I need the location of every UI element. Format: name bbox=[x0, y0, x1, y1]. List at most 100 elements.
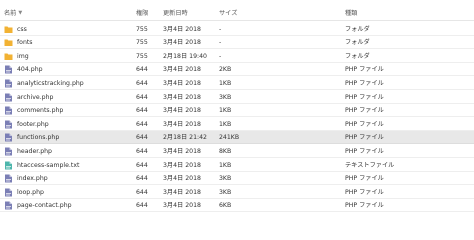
file-name: index.php bbox=[17, 175, 48, 183]
file-permissions: 755 bbox=[136, 39, 148, 47]
column-header-permissions[interactable]: 権限 bbox=[136, 9, 148, 18]
file-permissions: 644 bbox=[136, 80, 148, 87]
file-name: htaccess-sample.txt bbox=[17, 161, 80, 169]
sort-descending-icon: ▼ bbox=[18, 10, 23, 16]
file-row[interactable]: img 755 2月18日 19:40 - フォルダ bbox=[0, 50, 474, 63]
php-file-icon bbox=[4, 147, 13, 156]
file-type: PHP ファイル bbox=[345, 93, 384, 101]
file-permissions: 644 bbox=[136, 93, 148, 101]
php-file-icon bbox=[4, 188, 13, 197]
file-name: 404.php bbox=[17, 66, 43, 74]
file-size: - bbox=[219, 52, 222, 60]
file-modified: 3月4日 2018 bbox=[163, 148, 201, 155]
file-permissions: 644 bbox=[136, 202, 148, 210]
column-header-modified[interactable]: 更新日時 bbox=[163, 9, 188, 18]
file-row[interactable]: page-contact.php 644 3月4日 2018 6KB PHP ファイル bbox=[0, 199, 474, 213]
file-name: functions.php bbox=[17, 134, 60, 142]
file-permissions: 644 bbox=[136, 120, 148, 128]
file-type: PHP ファイル bbox=[345, 107, 384, 115]
file-name: img bbox=[17, 52, 29, 60]
file-list-header: 名前 ▼ 権限 更新日時 サイズ 種類 bbox=[0, 6, 474, 21]
file-modified: 2月18日 21:42 bbox=[163, 134, 207, 142]
file-size: - bbox=[219, 39, 222, 47]
file-type: PHP ファイル bbox=[345, 80, 384, 87]
file-name: analyticstracking.php bbox=[17, 80, 84, 87]
file-size: 241KB bbox=[219, 134, 240, 142]
file-permissions: 644 bbox=[136, 175, 148, 183]
file-type: PHP ファイル bbox=[345, 66, 384, 74]
php-file-icon bbox=[4, 120, 13, 129]
column-header-type[interactable]: 種類 bbox=[345, 9, 357, 18]
file-row[interactable]: footer.php 644 3月4日 2018 1KB PHP ファイル bbox=[0, 118, 474, 131]
file-row[interactable]: header.php 644 3月4日 2018 8KB PHP ファイル bbox=[0, 145, 474, 158]
file-modified: 3月4日 2018 bbox=[163, 80, 201, 87]
file-row[interactable]: functions.php 644 2月18日 21:42 241KB PHP ファイル bbox=[0, 131, 474, 145]
file-row[interactable]: loop.php 644 3月4日 2018 3KB PHP ファイル bbox=[0, 186, 474, 199]
file-modified: 3月4日 2018 bbox=[163, 25, 201, 33]
file-modified: 3月4日 2018 bbox=[163, 202, 201, 210]
file-name: header.php bbox=[17, 148, 52, 155]
file-size: 1KB bbox=[219, 80, 232, 87]
file-row[interactable]: analyticstracking.php 644 3月4日 2018 1KB PHP … bbox=[0, 77, 474, 90]
file-row[interactable]: archive.php 644 3月4日 2018 3KB PHP ファイル bbox=[0, 91, 474, 104]
file-type: PHP ファイル bbox=[345, 188, 384, 196]
php-file-icon bbox=[4, 65, 13, 74]
file-size: 3KB bbox=[219, 93, 232, 101]
file-row[interactable]: css 755 3月4日 2018 - フォルダ bbox=[0, 23, 474, 36]
file-size: 6KB bbox=[219, 202, 232, 210]
file-type: PHP ファイル bbox=[345, 148, 384, 155]
column-header-permissions-label: 権限 bbox=[136, 10, 149, 17]
folder-icon bbox=[4, 38, 13, 47]
file-permissions: 755 bbox=[136, 25, 148, 33]
file-size: 2KB bbox=[219, 66, 232, 74]
file-size: 1KB bbox=[219, 107, 232, 115]
file-type: フォルダ bbox=[345, 39, 370, 47]
php-file-icon bbox=[4, 79, 13, 88]
column-header-name[interactable]: 名前 ▼ bbox=[4, 9, 22, 18]
column-header-name-label: 名前 bbox=[4, 10, 17, 17]
folder-icon bbox=[4, 52, 13, 61]
column-header-size[interactable]: サイズ bbox=[219, 9, 237, 18]
file-size: 3KB bbox=[219, 188, 232, 196]
file-name: loop.php bbox=[17, 188, 44, 196]
file-type: PHP ファイル bbox=[345, 202, 384, 210]
file-row[interactable]: index.php 644 3月4日 2018 3KB PHP ファイル bbox=[0, 172, 474, 186]
file-name: archive.php bbox=[17, 93, 54, 101]
file-name: fonts bbox=[17, 39, 33, 47]
file-permissions: 644 bbox=[136, 148, 148, 155]
file-name: page-contact.php bbox=[17, 202, 72, 210]
php-file-icon bbox=[4, 174, 13, 183]
file-modified: 3月4日 2018 bbox=[163, 66, 201, 74]
file-name: comments.php bbox=[17, 107, 64, 115]
file-name: footer.php bbox=[17, 120, 49, 128]
column-header-size-label: サイズ bbox=[219, 10, 238, 17]
php-file-icon bbox=[4, 201, 13, 210]
file-type: テキストファイル bbox=[345, 161, 395, 169]
file-permissions: 755 bbox=[136, 52, 148, 60]
file-type: フォルダ bbox=[345, 25, 370, 33]
file-modified: 3月4日 2018 bbox=[163, 107, 201, 115]
file-size: 8KB bbox=[219, 148, 232, 155]
file-modified: 2月18日 19:40 bbox=[163, 52, 207, 60]
column-header-type-label: 種類 bbox=[345, 10, 358, 17]
file-size: 1KB bbox=[219, 120, 232, 128]
file-type: フォルダ bbox=[345, 52, 370, 60]
php-file-icon bbox=[4, 93, 13, 102]
text-file-icon bbox=[4, 161, 13, 170]
file-row[interactable]: fonts 755 3月4日 2018 - フォルダ bbox=[0, 36, 474, 50]
file-size: 3KB bbox=[219, 175, 232, 183]
php-file-icon bbox=[4, 106, 13, 115]
column-header-modified-label: 更新日時 bbox=[163, 10, 188, 17]
file-row[interactable]: comments.php 644 3月4日 2018 1KB PHP ファイル bbox=[0, 104, 474, 118]
file-name: css bbox=[17, 25, 27, 33]
file-row[interactable]: htaccess-sample.txt 644 3月4日 2018 1KB テキストファ… bbox=[0, 159, 474, 172]
file-permissions: 644 bbox=[136, 107, 148, 115]
file-modified: 3月4日 2018 bbox=[163, 93, 201, 101]
file-row[interactable]: 404.php 644 3月4日 2018 2KB PHP ファイル bbox=[0, 63, 474, 77]
file-permissions: 644 bbox=[136, 188, 148, 196]
file-size: - bbox=[219, 25, 222, 33]
file-modified: 3月4日 2018 bbox=[163, 120, 201, 128]
file-permissions: 644 bbox=[136, 161, 148, 169]
file-modified: 3月4日 2018 bbox=[163, 175, 201, 183]
file-permissions: 644 bbox=[136, 134, 148, 142]
